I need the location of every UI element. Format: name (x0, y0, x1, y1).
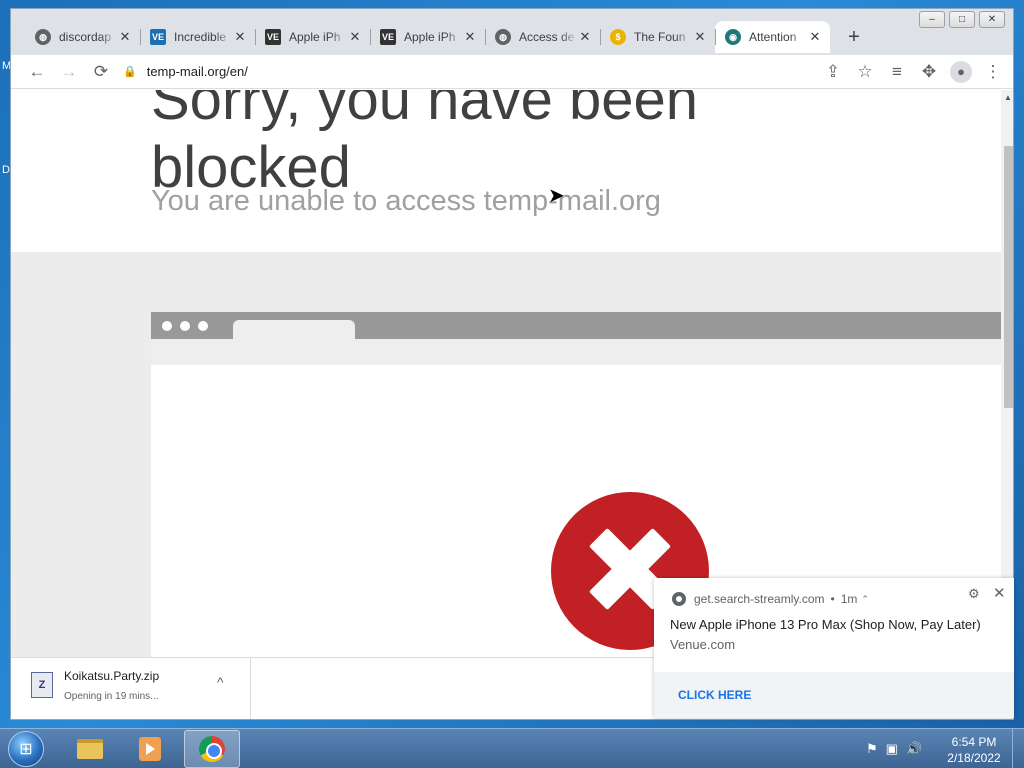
media-player-icon (139, 737, 161, 761)
notification-footer: CLICK HERE (654, 672, 1014, 718)
illustration-tab (233, 320, 355, 339)
ve-icon: VE (150, 29, 166, 45)
tab-title: discordap (59, 30, 112, 44)
illustration-dot (198, 321, 208, 331)
illustration-dot (180, 321, 190, 331)
close-icon[interactable]: ✕ (993, 584, 1006, 602)
yellow-icon: $ (610, 29, 626, 45)
tab-incredible[interactable]: VE Incredible ✕ (140, 21, 255, 53)
chevron-up-icon[interactable]: ⌃ (861, 594, 869, 605)
close-icon[interactable]: ✕ (348, 29, 362, 45)
show-desktop-button[interactable] (1012, 729, 1024, 768)
maximize-button[interactable]: □ (949, 11, 975, 28)
blocked-header: Sorry, you have been blocked You are una… (11, 90, 1001, 252)
start-button[interactable]: ⊞ (8, 731, 44, 767)
system-tray: ⚑ ▣ 🔊 (866, 741, 922, 757)
page-viewport: Sorry, you have been blocked You are una… (11, 90, 1001, 657)
tab-apple-iphone-1[interactable]: VE Apple iPh ✕ (255, 21, 370, 53)
tab-title: Attention (749, 30, 797, 44)
tab-the-foundation[interactable]: $ The Foun ✕ (600, 21, 715, 53)
explorer-taskbar-button[interactable] (62, 730, 118, 768)
forward-button[interactable]: → (53, 58, 85, 86)
tab-title: The Foun (634, 30, 686, 44)
share-icon[interactable]: ⇪ (817, 58, 849, 86)
chrome-icon (672, 592, 686, 606)
menu-icon[interactable]: ⋮ (977, 58, 1009, 86)
flag-icon[interactable]: ⚑ (866, 741, 878, 757)
profile-button[interactable]: ● (945, 58, 977, 86)
bookmark-star-icon[interactable]: ☆ (849, 58, 881, 86)
tab-title: Incredible (174, 30, 227, 44)
tab-apple-iphone-2[interactable]: VE Apple iPh ✕ (370, 21, 485, 53)
notification-origin-text: get.search-streamly.com (694, 592, 825, 606)
tab-title: Apple iPh (404, 30, 456, 44)
close-icon[interactable]: ✕ (463, 29, 477, 45)
new-tab-button[interactable]: + (840, 23, 868, 51)
tab-discordapp[interactable]: ◍ discordap ✕ (25, 21, 140, 53)
network-icon[interactable]: ▣ (886, 741, 898, 757)
window-controls: – □ ✕ (919, 11, 1005, 28)
teal-icon: ◉ (725, 29, 741, 45)
avatar: ● (950, 60, 972, 83)
globe-icon: ◍ (35, 29, 51, 45)
url-text[interactable]: temp-mail.org/en/ (147, 64, 248, 79)
illustration-browser-bar (151, 312, 1001, 339)
scroll-up-arrow-icon[interactable]: ▲ (1001, 90, 1013, 106)
tab-attention[interactable]: ◉ Attention ✕ (715, 21, 830, 53)
tab-access-denied[interactable]: ◍ Access de ✕ (485, 21, 600, 53)
download-status: Opening in 19 mins... (64, 691, 159, 702)
volume-icon[interactable]: 🔊 (906, 741, 922, 757)
clock[interactable]: 6:54 PM 2/18/2022 (944, 734, 1004, 766)
page-scrollbar[interactable]: ▲ (1001, 90, 1013, 657)
notification-body: Venue.com (670, 637, 736, 652)
tab-strip: ◍ discordap ✕ VE Incredible ✕ VE Apple i… (11, 9, 1013, 55)
download-item[interactable]: Z Koikatsu.Party.zip Opening in 19 mins.… (11, 658, 251, 719)
clock-time: 6:54 PM (951, 735, 997, 749)
desktop-icon-label: D (2, 164, 10, 176)
minimize-button[interactable]: – (919, 11, 945, 28)
settings-gear-icon[interactable]: ⚙ (968, 586, 980, 602)
toolbar-actions: ⇪ ☆ ≡ ✥ ● ⋮ (817, 58, 1013, 86)
tab-title: Apple iPh (289, 30, 341, 44)
close-icon[interactable]: ✕ (578, 29, 592, 45)
chevron-up-icon[interactable]: ^ (217, 674, 224, 690)
download-filename: Koikatsu.Party.zip (64, 669, 160, 683)
zip-file-icon: Z (31, 672, 53, 698)
push-notification[interactable]: get.search-streamly.com • 1m ⌃ ⚙ ✕ New A… (654, 578, 1014, 718)
close-icon[interactable]: ✕ (693, 29, 707, 45)
clock-date: 2/18/2022 (947, 751, 1001, 765)
tab-list: ◍ discordap ✕ VE Incredible ✕ VE Apple i… (25, 21, 868, 53)
chrome-taskbar-button[interactable] (184, 730, 240, 768)
chrome-icon (199, 736, 225, 762)
reload-button[interactable]: ⟳ (85, 58, 117, 86)
ve-icon: VE (265, 29, 281, 45)
browser-toolbar: ← → ⟳ 🔒 temp-mail.org/en/ ⇪ ☆ ≡ ✥ ● ⋮ (11, 55, 1013, 89)
globe-icon: ◍ (495, 29, 511, 45)
close-icon[interactable]: ✕ (233, 29, 247, 45)
media-player-taskbar-button[interactable] (122, 730, 178, 768)
tab-title: Access de (519, 30, 575, 44)
ve-icon: VE (380, 29, 396, 45)
folder-icon (77, 739, 103, 759)
notification-time: 1m (840, 592, 858, 606)
back-button[interactable]: ← (21, 58, 53, 86)
media-control-icon[interactable]: ≡ (881, 58, 913, 86)
illustration-dot (162, 321, 172, 331)
notification-origin: get.search-streamly.com • 1m ⌃ (672, 592, 869, 606)
extensions-icon[interactable]: ✥ (913, 58, 945, 86)
close-window-button[interactable]: ✕ (979, 11, 1005, 28)
close-icon[interactable]: ✕ (808, 29, 822, 45)
address-bar[interactable]: 🔒 temp-mail.org/en/ (123, 58, 811, 86)
notification-title: New Apple iPhone 13 Pro Max (Shop Now, P… (670, 617, 981, 632)
page-subtitle: You are unable to access temp-mail.org (151, 185, 661, 217)
illustration-toolbar (151, 339, 1001, 365)
taskbar: ⊞ ⚑ ▣ 🔊 6:54 PM 2/18/2022 (0, 728, 1024, 768)
close-icon[interactable]: ✕ (118, 29, 132, 45)
click-here-button[interactable]: CLICK HERE (678, 688, 751, 702)
scroll-thumb[interactable] (1004, 146, 1013, 408)
mouse-cursor-icon: ➤ (548, 185, 565, 207)
lock-icon[interactable]: 🔒 (123, 65, 137, 78)
